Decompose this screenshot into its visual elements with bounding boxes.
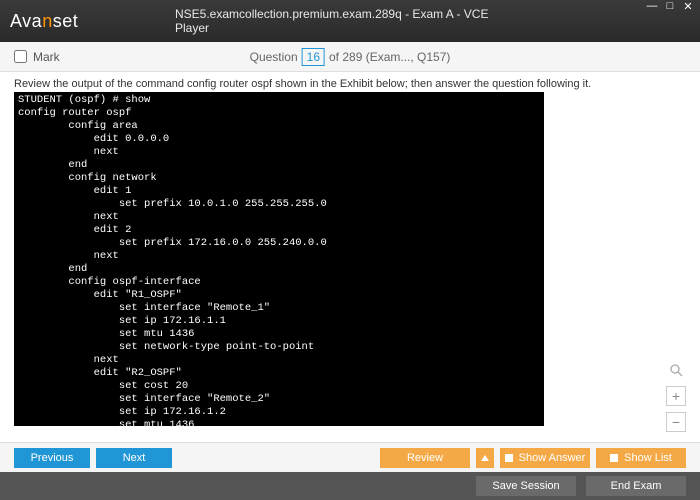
question-number-input[interactable]: 16 xyxy=(302,48,325,66)
save-session-button[interactable]: Save Session xyxy=(476,476,576,496)
content-area: Review the output of the command config … xyxy=(0,72,700,442)
question-prompt: Review the output of the command config … xyxy=(14,78,686,90)
magnifier-icon[interactable] xyxy=(666,360,686,380)
mark-label: Mark xyxy=(33,50,60,64)
show-answer-button[interactable]: Show Answer xyxy=(500,448,590,468)
zoom-out-button[interactable]: − xyxy=(666,412,686,432)
close-icon[interactable]: ✕ xyxy=(680,0,696,13)
question-counter: Question 16 of 289 (Exam..., Q157) xyxy=(250,48,451,66)
show-list-button[interactable]: Show List xyxy=(596,448,686,468)
zoom-controls: + − xyxy=(666,360,686,432)
review-dropdown-button[interactable] xyxy=(476,448,494,468)
previous-button[interactable]: Previous xyxy=(14,448,90,468)
review-button[interactable]: Review xyxy=(380,448,470,468)
zoom-in-button[interactable]: + xyxy=(666,386,686,406)
question-header: Mark Question 16 of 289 (Exam..., Q157) xyxy=(0,42,700,72)
maximize-icon[interactable]: □ xyxy=(662,0,678,13)
end-exam-button[interactable]: End Exam xyxy=(586,476,686,496)
next-button[interactable]: Next xyxy=(96,448,172,468)
window-title: NSE5.examcollection.premium.exam.289q - … xyxy=(175,7,525,35)
triangle-up-icon xyxy=(481,455,489,461)
minimize-icon[interactable]: — xyxy=(644,0,660,13)
mark-checkbox[interactable] xyxy=(14,50,27,63)
window-controls: — □ ✕ xyxy=(644,0,696,13)
logo: Avanset xyxy=(10,11,78,32)
title-bar: Avanset NSE5.examcollection.premium.exam… xyxy=(0,0,700,42)
stop-icon xyxy=(505,454,513,462)
nav-footer: Previous Next Review Show Answer Show Li… xyxy=(0,442,700,472)
stop-icon xyxy=(610,454,618,462)
session-footer: Save Session End Exam xyxy=(0,472,700,500)
exhibit-terminal: STUDENT (ospf) # show config router ospf… xyxy=(14,92,544,426)
